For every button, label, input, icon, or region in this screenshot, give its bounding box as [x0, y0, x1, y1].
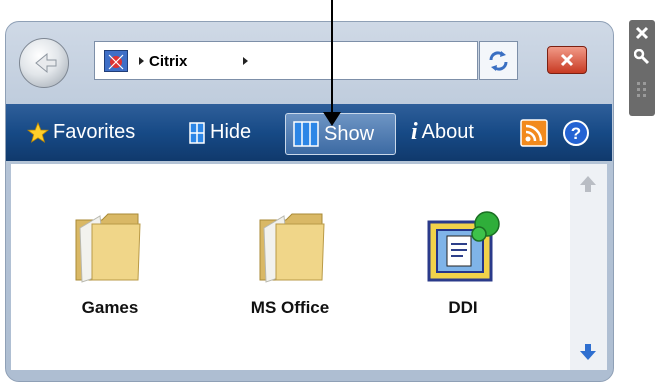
- svg-text:?: ?: [571, 124, 581, 143]
- refresh-button[interactable]: [479, 41, 518, 80]
- about-button[interactable]: i About: [411, 104, 474, 161]
- rss-button[interactable]: [520, 104, 548, 161]
- item-label: DDI: [448, 298, 478, 317]
- gadget-close-button[interactable]: [631, 23, 653, 43]
- gadget-controls: [629, 20, 655, 116]
- scroll-up-icon[interactable]: [570, 168, 607, 198]
- close-icon: [560, 53, 574, 67]
- pointer-arrow: [331, 0, 333, 120]
- hide-icon: [189, 121, 205, 144]
- pointer-arrowhead-icon: [323, 112, 341, 126]
- folder-item-games[interactable]: [72, 210, 142, 295]
- refresh-icon: [489, 51, 508, 71]
- app-item-ddi[interactable]: [425, 210, 515, 295]
- folder-icon: [75, 213, 141, 283]
- favorites-label: Favorites: [53, 121, 136, 143]
- show-label: Show: [324, 123, 375, 145]
- hide-button[interactable]: Hide: [188, 104, 251, 161]
- gadget-drag-handle[interactable]: [631, 78, 653, 106]
- grip-icon: [637, 82, 646, 97]
- scrollbar[interactable]: [570, 164, 607, 370]
- back-button[interactable]: [19, 38, 69, 88]
- close-button[interactable]: [547, 46, 587, 74]
- help-icon: ?: [563, 119, 589, 146]
- rss-icon: [520, 118, 548, 147]
- show-icon: [293, 121, 319, 147]
- breadcrumb-segment[interactable]: Citrix: [149, 53, 187, 70]
- wrench-icon: [634, 49, 650, 65]
- breadcrumb-expand-icon[interactable]: [243, 57, 248, 65]
- gadget-options-button[interactable]: [631, 47, 653, 67]
- about-label: About: [421, 121, 474, 143]
- location-icon: [104, 50, 128, 72]
- folder-icon: [259, 213, 325, 283]
- star-icon: [27, 121, 49, 143]
- address-bar[interactable]: Citrix: [94, 41, 478, 80]
- favorites-button[interactable]: Favorites: [27, 104, 135, 161]
- back-arrow-icon: [35, 52, 57, 74]
- ddi-app-icon: [427, 211, 500, 282]
- help-button[interactable]: ?: [562, 104, 590, 161]
- hide-label: Hide: [210, 121, 252, 143]
- scroll-down-icon[interactable]: [570, 336, 607, 366]
- item-label: MS Office: [250, 298, 330, 317]
- item-label: Games: [81, 298, 139, 317]
- folder-item-ms-office[interactable]: [256, 210, 326, 295]
- close-icon: [635, 26, 649, 40]
- breadcrumb-separator-icon: [139, 57, 144, 65]
- info-icon: i: [411, 119, 418, 145]
